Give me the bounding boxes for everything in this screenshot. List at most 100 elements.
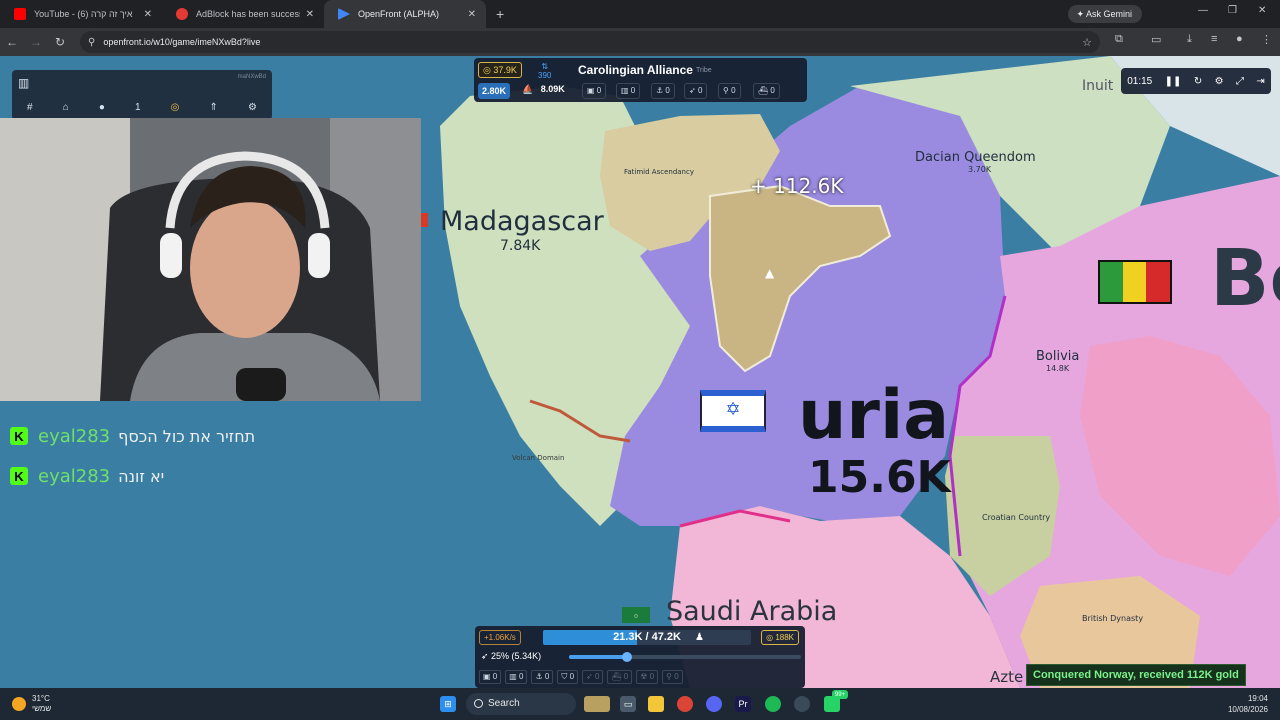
stats-chart-icon[interactable]: ▥	[18, 76, 29, 90]
adblock-icon	[176, 8, 188, 20]
gold-badge: ◎ 37.9K	[478, 62, 522, 78]
port-count: ⚓ 0	[651, 83, 675, 99]
system-clock[interactable]: 19:04 10/08/2026	[1228, 693, 1268, 715]
close-tab-icon[interactable]: ✕	[306, 9, 314, 20]
silo-count: ⚲ 0	[718, 83, 741, 99]
task-view-icon[interactable]: ▭	[620, 696, 636, 712]
troops-uria: 15.6K	[808, 452, 951, 503]
tab-openfront[interactable]: OpenFront (ALPHA) ✕	[324, 0, 486, 28]
replay-controls: 01:15 ❚❚ ↻ ⚙ ⤢ ⇥	[1121, 68, 1271, 94]
label-big-partial: Bo	[1210, 234, 1280, 324]
close-tab-icon[interactable]: ✕	[468, 9, 476, 20]
troops-madagascar: 7.84K	[500, 238, 541, 254]
close-window-icon[interactable]: ✕	[1258, 5, 1266, 16]
attack-ratio-slider[interactable]	[569, 652, 801, 662]
label-croatian: Croatian Country	[982, 513, 1051, 522]
url-text: openfront.io/w10/game/imeNXwBd?live	[103, 37, 261, 47]
build-nuke-button[interactable]: ☢ 0	[636, 670, 659, 684]
sun-icon	[12, 697, 26, 711]
label-saudi: Saudi Arabia	[666, 596, 838, 627]
troops-dacian: 3.70K	[968, 165, 992, 174]
tab-adblock[interactable]: AdBlock has been successfully ✕	[162, 0, 324, 28]
game-viewport[interactable]: Madagascar 7.84K Dacian Queendom 3.70K F…	[0, 56, 1280, 688]
download-icon[interactable]: ⤓	[1187, 33, 1192, 46]
troops-bar-text: 21.3K / 47.2K	[613, 631, 681, 643]
gold-per-second: +1.06K/s	[479, 630, 521, 645]
menu-icon[interactable]: ⋮	[1261, 33, 1272, 46]
build-defense-button[interactable]: ⛉ 0	[557, 670, 579, 684]
label-british: British Dynasty	[1082, 614, 1144, 623]
city-count: ▣ 0	[582, 83, 607, 99]
reload-icon[interactable]: ↻	[48, 35, 72, 49]
target-icon[interactable]: ◎	[171, 102, 180, 113]
discord-icon[interactable]	[706, 696, 722, 712]
build-warship-button[interactable]: ⛴ 0	[607, 670, 633, 684]
build-sam-button[interactable]: ⚲ 0	[662, 670, 683, 684]
restore-icon[interactable]: ❐	[1228, 5, 1237, 16]
player-info-bar: ◎ 37.9K ⇅ 390 Carolingian Alliance Tribe …	[474, 58, 807, 102]
bookmark-star-icon[interactable]: ☆	[1082, 36, 1092, 49]
omnibox[interactable]: ⚲ openfront.io/w10/game/imeNXwBd?live ☆	[80, 31, 1100, 53]
mouse-cursor-icon: ▲	[765, 266, 775, 280]
label-uria: uria	[798, 376, 950, 455]
troops-value: 2.80K	[478, 83, 511, 99]
search-highlight-icon[interactable]	[584, 696, 610, 712]
upgrade-icon[interactable]: ⇑	[209, 102, 217, 113]
weather-widget[interactable]: 31°C שמשי	[12, 694, 51, 714]
settings-gear-icon[interactable]: ⚙	[248, 102, 257, 113]
factory-count: ▥ 0	[616, 83, 641, 99]
forward-icon[interactable]: →	[24, 35, 48, 49]
obs-icon[interactable]	[794, 696, 810, 712]
bolivia-flag	[1098, 260, 1172, 304]
restart-icon[interactable]: ↻	[1194, 76, 1202, 87]
building-icon[interactable]: ⌂	[63, 102, 69, 113]
spotify-icon[interactable]	[765, 696, 781, 712]
cast-icon[interactable]: ▭	[1151, 33, 1161, 46]
minimize-icon[interactable]: —	[1198, 5, 1208, 16]
chat-message: K eyal283 תחזיר את כול הכסף	[0, 416, 420, 456]
back-icon[interactable]: ←	[0, 35, 24, 49]
label-madagascar: Madagascar	[440, 206, 604, 237]
nation-name: Carolingian Alliance	[578, 63, 693, 77]
saudi-flag: ۞	[622, 607, 650, 623]
gain-popup: + 112.6K	[750, 174, 844, 198]
windows-start-icon[interactable]: ⊞	[440, 696, 456, 712]
tab-youtube[interactable]: YouTube - איך זה קרה (6) ✕	[0, 0, 162, 28]
chrome-icon[interactable]	[677, 696, 693, 712]
close-tab-icon[interactable]: ✕	[144, 9, 152, 20]
player-name-small: maNXwBd	[237, 74, 266, 80]
build-factory-button[interactable]: ▥ 0	[505, 670, 528, 684]
slider-knob[interactable]	[622, 652, 632, 662]
team-icon[interactable]: 1	[135, 102, 141, 113]
weather-text: שמשי	[32, 704, 52, 713]
player-icon[interactable]: ●	[99, 102, 105, 113]
ask-gemini-button[interactable]: ✦ Ask Gemini	[1068, 5, 1142, 23]
build-port-button[interactable]: ⚓ 0	[531, 670, 554, 684]
premiere-icon[interactable]: Pr	[735, 696, 751, 712]
grid-button[interactable]: #	[27, 102, 33, 113]
fullscreen-icon[interactable]: ⤢	[1236, 76, 1244, 87]
build-city-button[interactable]: ▣ 0	[479, 670, 502, 684]
profile-avatar[interactable]: ●	[1236, 33, 1243, 45]
extensions-icon[interactable]: ⧉	[1115, 33, 1123, 46]
webcam-overlay	[0, 118, 421, 401]
warship-count: ⛴ 0	[753, 83, 780, 99]
workers-display: ⛵ 8.09K	[522, 84, 565, 94]
clock-date: 10/08/2026	[1227, 705, 1268, 714]
build-missile-button[interactable]: ➶ 0	[582, 670, 604, 684]
site-info-icon[interactable]: ⚲	[88, 37, 95, 48]
streamer-webcam-image	[0, 118, 421, 401]
chat-text: יא זונה	[118, 466, 165, 486]
file-explorer-icon[interactable]	[648, 696, 664, 712]
chat-username: eyal283	[38, 425, 111, 447]
slider-fill	[569, 655, 627, 659]
taskbar-search[interactable]: Search	[466, 693, 576, 715]
new-tab-button[interactable]: +	[486, 0, 514, 28]
tab-title: YouTube - איך זה קרה (6)	[34, 9, 133, 19]
settings-icon[interactable]: ⚙	[1215, 76, 1224, 87]
label-aztec: Azte	[990, 668, 1024, 686]
media-icon[interactable]: ≡	[1211, 33, 1217, 45]
exit-icon[interactable]: ⇥	[1256, 76, 1264, 87]
pause-icon[interactable]: ❚❚	[1165, 76, 1182, 87]
troops-bar: 21.3K / 47.2K	[543, 630, 751, 645]
